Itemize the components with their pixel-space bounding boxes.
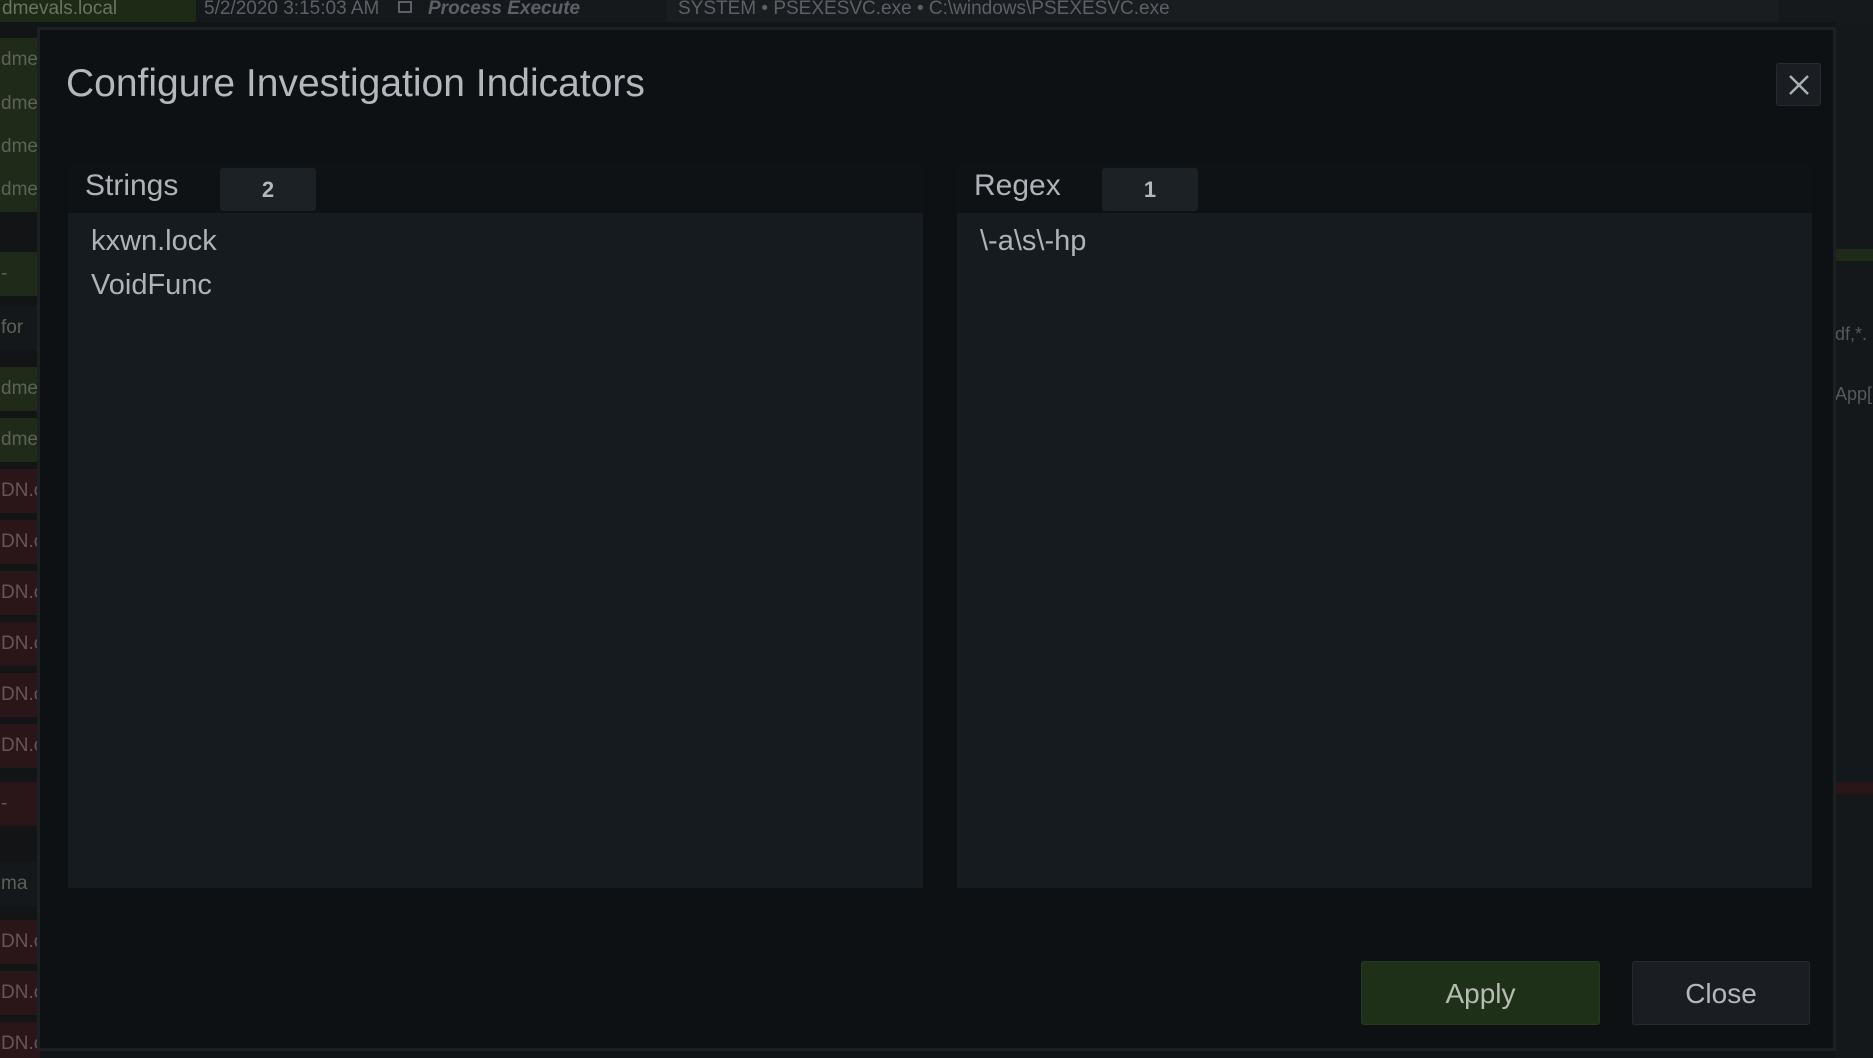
regex-count-badge: 1 <box>1102 168 1198 211</box>
background-row: DN.c <box>0 571 40 615</box>
background-row: dme <box>0 418 40 462</box>
background-row: DN.c <box>0 673 40 717</box>
strings-list-item[interactable]: kxwn.lock <box>91 225 217 258</box>
background-row: DN.c <box>0 469 40 513</box>
background-left-column: dme dme dme dme - for dme dme DN.c DN.c … <box>0 22 40 1058</box>
close-icon <box>1789 75 1809 95</box>
strings-panel: Strings 2 kxwn.lock VoidFunc <box>68 163 923 888</box>
dialog-close-button[interactable] <box>1776 63 1821 106</box>
strings-panel-header: Strings 2 <box>68 163 923 213</box>
background-row: dme <box>0 38 40 82</box>
background-text-fragment: App[ <box>1835 384 1873 404</box>
background-row: - <box>0 782 40 826</box>
background-stripe <box>1835 249 1873 261</box>
regex-panel-header: Regex 1 <box>957 163 1812 213</box>
strings-list-item[interactable]: VoidFunc <box>91 269 212 302</box>
strings-label: Strings <box>85 169 179 202</box>
regex-list[interactable]: \-a\s\-hp <box>957 213 1812 888</box>
background-row: dme <box>0 367 40 411</box>
apply-button[interactable]: Apply <box>1361 961 1600 1025</box>
background-event-detail: SYSTEM • PSEXESVC.exe • C:\windows\PSEXE… <box>666 0 1778 22</box>
background-row: - <box>0 252 40 296</box>
background-row: DN.c <box>0 520 40 564</box>
background-row: dme <box>0 82 40 126</box>
background-event-row: dmevals.local 5/2/2020 3:15:03 AM Proces… <box>0 0 1873 22</box>
background-row: DN.c <box>0 971 40 1015</box>
background-row: DN.c <box>0 920 40 964</box>
background-row: dme <box>0 125 40 169</box>
background-row: DN.c <box>0 622 40 666</box>
configure-indicators-dialog: Configure Investigation Indicators Strin… <box>37 27 1836 1051</box>
background-event-type: Process Execute <box>428 0 581 19</box>
close-button[interactable]: Close <box>1632 961 1810 1025</box>
background-row: DN.c <box>0 1022 40 1058</box>
regex-list-item[interactable]: \-a\s\-hp <box>980 225 1086 258</box>
strings-count-badge: 2 <box>220 168 316 211</box>
regex-panel: Regex 1 \-a\s\-hp <box>957 163 1812 888</box>
background-row: DN.c <box>0 724 40 768</box>
background-host: dmevals.local <box>0 0 196 22</box>
background-right-column: df,*. App[ <box>1835 22 1873 1058</box>
background-row: dme <box>0 168 40 212</box>
background-stripe <box>1835 782 1873 794</box>
app-window: dmevals.local 5/2/2020 3:15:03 AM Proces… <box>0 0 1873 1058</box>
strings-list[interactable]: kxwn.lock VoidFunc <box>68 213 923 888</box>
regex-label: Regex <box>974 169 1061 202</box>
background-row: for <box>0 306 40 350</box>
process-icon <box>398 1 412 13</box>
dialog-title: Configure Investigation Indicators <box>66 62 645 105</box>
background-timestamp: 5/2/2020 3:15:03 AM <box>204 0 380 19</box>
background-row: ma <box>0 862 40 906</box>
background-text-fragment: df,*. <box>1835 324 1868 344</box>
